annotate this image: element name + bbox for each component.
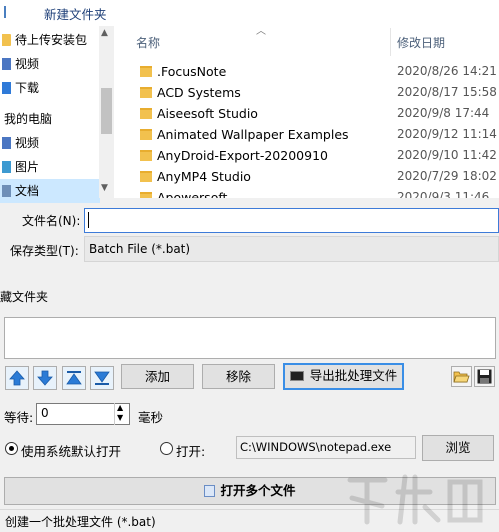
file-date: 2020/9/10 11:42 (397, 148, 497, 162)
nav-item-documents[interactable]: 文档 (0, 179, 100, 203)
folder-icon (2, 34, 11, 46)
new-folder-button[interactable]: 新建文件夹 (44, 4, 107, 23)
organize-icon[interactable] (4, 6, 12, 18)
document-icon (2, 185, 11, 197)
file-row[interactable]: AnyMP4 Studio 2020/7/29 18:02 (114, 166, 499, 187)
move-up-button[interactable] (5, 366, 29, 390)
nav-item-pc-videos[interactable]: 视频 (0, 131, 100, 155)
arrow-to-top-icon (66, 371, 82, 385)
remove-button[interactable]: 移除 (202, 364, 275, 389)
filename-input[interactable] (84, 208, 499, 233)
radio-default-open-label[interactable]: 使用系统默认打开 (21, 441, 121, 460)
watermark-logo (347, 474, 483, 525)
folder-icon (140, 129, 152, 140)
file-name: AnyDroid-Export-20200910 (157, 148, 328, 163)
video-icon (2, 58, 11, 70)
arrow-up-icon (9, 370, 25, 386)
file-name: AnyMP4 Studio (157, 169, 251, 184)
file-row[interactable]: Animated Wallpaper Examples 2020/9/12 11… (114, 124, 499, 145)
save-button[interactable] (474, 366, 495, 387)
program-path-value: C:\WINDOWS\notepad.exe (240, 440, 392, 454)
move-top-button[interactable] (62, 366, 86, 390)
nav-item-this-pc[interactable]: 我的电脑 (0, 107, 100, 131)
file-row[interactable]: .FocusNote 2020/8/26 14:21 (114, 61, 499, 82)
folder-icon (140, 87, 152, 98)
file-row[interactable]: Aiseesoft Studio 2020/9/8 17:44 (114, 103, 499, 124)
radio-custom-open-label[interactable]: 打开: (176, 441, 205, 460)
folder-icon (140, 171, 152, 182)
sort-ascending-icon: ︿ (256, 26, 266, 37)
file-name: Animated Wallpaper Examples (157, 127, 349, 142)
favorites-list[interactable] (4, 317, 496, 359)
file-row[interactable]: Apowersoft 2020/9/3 11:46 (114, 187, 499, 198)
file-list: ︿ 名称 修改日期 .FocusNote 2020/8/26 14:21 ACD… (114, 26, 499, 198)
filename-label: 文件名(N): (22, 214, 81, 228)
nav-item-videos[interactable]: 视频 (0, 52, 100, 76)
download-icon (2, 82, 11, 94)
picture-icon (2, 161, 11, 173)
file-row[interactable]: AnyDroid-Export-20200910 2020/9/10 11:42 (114, 145, 499, 166)
move-down-button[interactable] (33, 366, 57, 390)
files-icon (204, 485, 216, 497)
radio-custom-open[interactable] (160, 442, 173, 455)
status-text: 创建一个批处理文件 (*.bat) (5, 515, 156, 529)
filetype-label: 保存类型(T): (10, 244, 79, 258)
folder-icon (140, 108, 152, 119)
file-date: 2020/7/29 18:02 (397, 169, 497, 183)
file-name: Aiseesoft Studio (157, 106, 258, 121)
folder-icon (140, 66, 152, 77)
nav-item-pictures[interactable]: 图片 (0, 155, 100, 179)
folder-icon (140, 192, 152, 198)
file-date: 2020/9/3 11:46 (397, 190, 490, 198)
favorites-title: 藏文件夹 (0, 290, 49, 304)
file-name: Apowersoft (157, 190, 228, 198)
open-folder-icon (453, 371, 470, 383)
wait-unit: 毫秒 (138, 410, 164, 425)
scroll-down-icon[interactable]: ▼ (101, 183, 108, 193)
nav-item-downloads[interactable]: 下载 (0, 76, 100, 100)
floppy-disk-icon (477, 369, 492, 384)
nav-scrollbar-thumb[interactable] (101, 88, 112, 134)
column-header-date[interactable]: 修改日期 (397, 34, 445, 51)
file-name: ACD Systems (157, 85, 241, 100)
column-header-name[interactable]: 名称 (136, 34, 160, 51)
arrow-down-icon (37, 370, 53, 386)
file-date: 2020/8/26 14:21 (397, 64, 497, 78)
terminal-icon (289, 371, 304, 381)
add-button[interactable]: 添加 (121, 364, 194, 389)
file-name: .FocusNote (157, 64, 227, 79)
nav-item-upload-folder[interactable]: 待上传安装包 (0, 28, 100, 52)
video-icon (2, 137, 11, 149)
move-bottom-button[interactable] (90, 366, 114, 390)
dialog-toolbar: 新建文件夹 (0, 0, 499, 26)
browse-button[interactable]: 浏览 (422, 435, 494, 461)
spin-up-icon[interactable]: ▲ (117, 403, 123, 412)
text-caret (88, 212, 89, 228)
navigation-pane: 待上传安装包 视频 下载 我的电脑 视频 图片 文档 ▲ ▼ (0, 26, 114, 203)
wait-label: 等待: (4, 410, 34, 425)
file-row[interactable]: ACD Systems 2020/8/17 15:58 (114, 82, 499, 103)
spin-down-icon[interactable]: ▼ (117, 413, 123, 422)
filetype-value: Batch File (*.bat) (89, 242, 191, 256)
file-date: 2020/9/8 17:44 (397, 106, 490, 120)
file-date: 2020/9/12 11:14 (397, 127, 497, 141)
export-batch-button[interactable]: 导出批处理文件 (283, 363, 404, 390)
file-date: 2020/8/17 15:58 (397, 85, 497, 99)
folder-icon (140, 150, 152, 161)
wait-value: 0 (41, 406, 49, 420)
scroll-up-icon[interactable]: ▲ (101, 28, 108, 38)
column-divider[interactable] (390, 28, 391, 56)
arrow-to-bottom-icon (94, 371, 110, 385)
open-folder-button[interactable] (451, 366, 472, 387)
radio-default-open[interactable] (5, 442, 18, 455)
